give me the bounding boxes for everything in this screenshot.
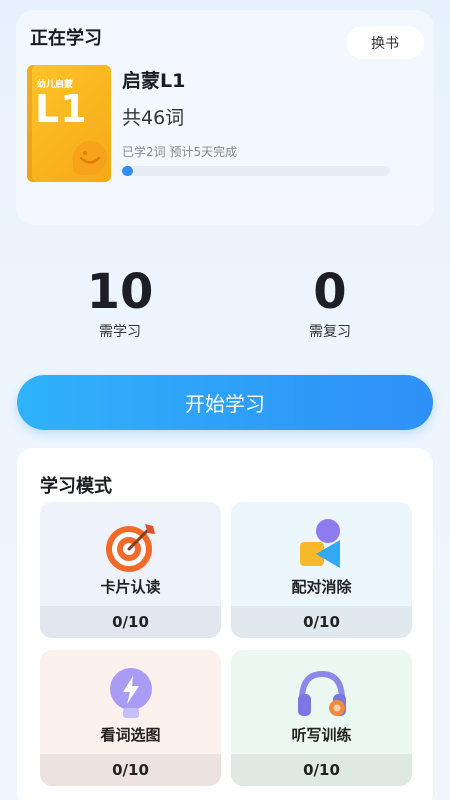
mode-progress: 0/10 [40, 754, 221, 786]
book-name: 启蒙L1 [122, 70, 186, 92]
mode-progress: 0/10 [231, 754, 412, 786]
progress-bar-fill [122, 166, 133, 176]
current-study-heading: 正在学习 [30, 28, 102, 49]
shapes-icon [292, 516, 352, 576]
swap-book-button[interactable]: 换书 [346, 26, 424, 59]
mode-dictation[interactable]: 听写训练 0/10 [231, 650, 412, 786]
mode-name: 看词选图 [100, 726, 161, 744]
mode-card-reading[interactable]: 卡片认读 0/10 [40, 502, 221, 638]
mode-word-to-picture[interactable]: 看词选图 0/10 [40, 650, 221, 786]
book-cover[interactable]: 幼儿启蒙 L1 [27, 65, 111, 182]
mode-progress: 0/10 [40, 606, 221, 638]
word-count: 共46词 [122, 107, 185, 129]
stat-to-learn: 10 需学习 [60, 265, 180, 341]
smile-icon [73, 141, 107, 175]
to-learn-count: 10 [86, 264, 154, 320]
headphones-icon [292, 664, 352, 724]
to-learn-label: 需学习 [99, 324, 141, 340]
start-study-button[interactable]: 开始学习 [17, 375, 433, 430]
stat-to-review: 0 需复习 [270, 265, 390, 341]
mode-name: 听写训练 [291, 726, 352, 744]
progress-bar [122, 166, 390, 176]
target-icon [101, 516, 161, 576]
mode-name: 配对消除 [291, 578, 352, 596]
mode-pair-match[interactable]: 配对消除 0/10 [231, 502, 412, 638]
mode-progress: 0/10 [231, 606, 412, 638]
bulb-icon [101, 664, 161, 724]
to-review-count: 0 [313, 264, 347, 320]
mode-name: 卡片认读 [100, 578, 161, 596]
study-modes-panel: 学习模式 卡片认读 0/10 配对消除 0/10 看词选图 0/10 听写训练 … [17, 448, 433, 800]
study-modes-title: 学习模式 [40, 476, 112, 497]
book-cover-level: L1 [35, 87, 88, 131]
progress-text: 已学2词 预计5天完成 [122, 145, 238, 159]
to-review-label: 需复习 [309, 324, 351, 340]
